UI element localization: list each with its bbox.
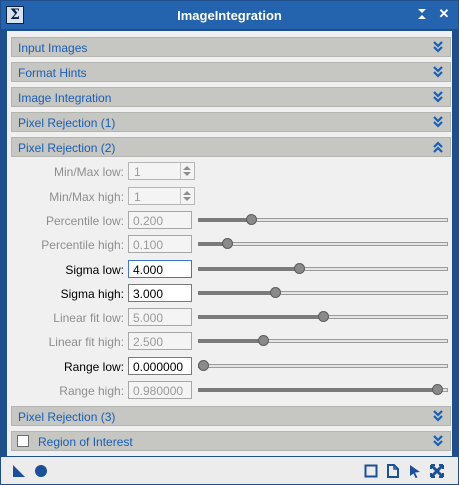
sigma-high-slider[interactable]: [198, 287, 448, 298]
slider-fill: [198, 339, 263, 343]
sigma-low-slider[interactable]: [198, 263, 448, 274]
chevron-down-icon: [432, 65, 444, 79]
spin-down-icon[interactable]: [183, 172, 191, 176]
chevron-down-icon: [432, 40, 444, 54]
percentile-low-field[interactable]: 0.200: [128, 211, 192, 229]
region-of-interest-checkbox[interactable]: [17, 435, 29, 447]
row-sigma-high: Sigma high: 3.000: [7, 283, 452, 305]
linear-fit-high-label: Linear fit high:: [48, 335, 124, 349]
chevron-down-icon: [432, 115, 444, 129]
slider-handle[interactable]: [318, 311, 329, 322]
new-instance-icon[interactable]: [11, 463, 27, 479]
chevron-down-icon: [432, 434, 444, 448]
section-label: Image Integration: [18, 91, 112, 105]
linear-fit-low-field[interactable]: 5.000: [128, 308, 192, 326]
sigma-high-label: Sigma high:: [60, 287, 124, 301]
section-pixel-rejection-2[interactable]: Pixel Rejection (2): [11, 137, 451, 157]
apply-global-icon[interactable]: [33, 463, 49, 479]
section-region-of-interest[interactable]: Region of Interest: [11, 431, 451, 451]
slider-fill: [198, 291, 275, 295]
section-input-images[interactable]: Input Images: [11, 37, 451, 57]
row-sigma-low: Sigma low: 4.000: [7, 259, 452, 281]
range-low-field[interactable]: 0.000000: [128, 357, 192, 375]
percentile-high-slider[interactable]: [198, 238, 448, 249]
minmax-low-label: Min/Max low:: [53, 165, 124, 179]
shade-icon[interactable]: [415, 7, 429, 21]
slider-handle[interactable]: [222, 238, 233, 249]
percentile-low-label: Percentile low:: [45, 214, 124, 228]
spin-up-icon[interactable]: [183, 166, 191, 170]
apply-icon[interactable]: [407, 463, 423, 479]
row-percentile-high: Percentile high: 0.100: [7, 234, 452, 256]
range-high-slider[interactable]: [198, 384, 448, 395]
window-title: ImageIntegration: [177, 8, 282, 23]
range-low-slider[interactable]: [198, 360, 448, 371]
row-linear-fit-high: Linear fit high: 2.500: [7, 331, 452, 353]
slider-fill: [198, 218, 251, 222]
row-percentile-low: Percentile low: 0.200: [7, 210, 452, 232]
slider-handle[interactable]: [258, 335, 269, 346]
reset-icon[interactable]: [429, 463, 445, 479]
linear-fit-low-slider[interactable]: [198, 311, 448, 322]
minmax-high-spinbox[interactable]: 1: [128, 187, 195, 205]
slider-handle[interactable]: [294, 263, 305, 274]
range-high-label: Range high:: [59, 384, 124, 398]
chevron-down-icon: [432, 409, 444, 423]
spin-arrows[interactable]: [180, 163, 194, 179]
minmax-high-value: 1: [134, 190, 141, 204]
minmax-low-spinbox[interactable]: 1: [128, 162, 195, 180]
bottom-toolbar: [1, 457, 458, 484]
linear-fit-high-slider[interactable]: [198, 335, 448, 346]
section-pixel-rejection-3[interactable]: Pixel Rejection (3): [11, 406, 451, 426]
percentile-high-label: Percentile high:: [41, 238, 124, 252]
percentile-high-field[interactable]: 0.100: [128, 235, 192, 253]
row-range-low: Range low: 0.000000: [7, 356, 452, 378]
spin-down-icon[interactable]: [183, 197, 191, 201]
spin-up-icon[interactable]: [183, 191, 191, 195]
percentile-low-slider[interactable]: [198, 214, 448, 225]
chevron-down-icon: [432, 90, 444, 104]
row-minmax-high: Min/Max high: 1: [7, 186, 452, 208]
section-label: Format Hints: [18, 66, 87, 80]
section-label: Pixel Rejection (2): [18, 141, 116, 155]
row-minmax-low: Min/Max low: 1: [7, 161, 452, 183]
slider-track: [198, 364, 448, 368]
close-icon[interactable]: ✕: [437, 7, 451, 21]
slider-fill: [198, 315, 323, 319]
edit-instance-icon[interactable]: [385, 463, 401, 479]
spin-arrows[interactable]: [180, 188, 194, 204]
section-pixel-rejection-1[interactable]: Pixel Rejection (1): [11, 112, 451, 132]
range-high-field[interactable]: 0.980000: [128, 381, 192, 399]
linear-fit-high-field[interactable]: 2.500: [128, 332, 192, 350]
slider-fill: [198, 267, 299, 271]
range-low-label: Range low:: [63, 360, 124, 374]
linear-fit-low-label: Linear fit low:: [53, 311, 124, 325]
section-label: Input Images: [18, 41, 88, 55]
slider-handle[interactable]: [432, 384, 443, 395]
slider-handle[interactable]: [246, 214, 257, 225]
browse-documentation-icon[interactable]: [363, 463, 379, 479]
slider-track: [198, 242, 448, 246]
sigma-high-field[interactable]: 3.000: [128, 284, 192, 302]
image-integration-window: Σ ImageIntegration ✕ Input Images Format…: [0, 0, 459, 485]
row-linear-fit-low: Linear fit low: 5.000: [7, 307, 452, 329]
sigma-low-field[interactable]: 4.000: [128, 260, 192, 278]
minmax-high-label: Min/Max high:: [49, 190, 124, 204]
row-range-high: Range high: 0.980000: [7, 380, 452, 402]
title-bar[interactable]: Σ ImageIntegration ✕: [1, 1, 458, 29]
slider-fill: [198, 388, 437, 392]
minmax-low-value: 1: [134, 165, 141, 179]
section-format-hints[interactable]: Format Hints: [11, 62, 451, 82]
sigma-low-label: Sigma low:: [65, 263, 124, 277]
panel-content: Input Images Format Hints Image Integrat…: [7, 31, 452, 456]
section-label: Pixel Rejection (1): [18, 116, 116, 130]
slider-handle[interactable]: [270, 287, 281, 298]
slider-handle[interactable]: [198, 360, 209, 371]
chevron-up-icon: [432, 140, 444, 154]
section-image-integration[interactable]: Image Integration: [11, 87, 451, 107]
section-label: Region of Interest: [38, 435, 133, 449]
section-label: Pixel Rejection (3): [18, 410, 116, 424]
